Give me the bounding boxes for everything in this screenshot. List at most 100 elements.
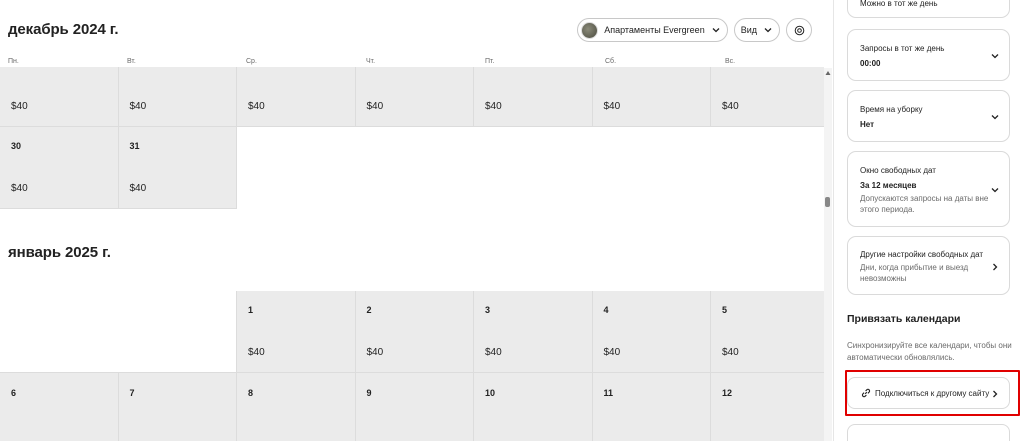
day-number: 3 — [485, 305, 491, 315]
day-price: $40 — [11, 101, 28, 112]
calendar-day-cell[interactable]: 8 — [237, 373, 356, 441]
weekday-mon: Пн. — [8, 58, 19, 65]
calendar-day-cell[interactable]: 7 — [118, 373, 237, 441]
day-number: 8 — [248, 388, 254, 398]
card-description: Допускаются запросы на даты вне этого пе… — [860, 194, 989, 214]
listing-name: Апартаменты Evergreen — [604, 25, 705, 35]
card-title: Другие настройки свободных дат — [860, 250, 984, 259]
weekday-sat: Сб. — [605, 58, 617, 65]
availability-window-card[interactable]: Окно свободных дат За 12 месяцев Допуска… — [847, 151, 1010, 227]
card-description: Дни, когда прибытие и выезд невозможны — [860, 263, 969, 283]
day-number: 7 — [129, 388, 135, 398]
day-price: $40 — [366, 101, 384, 112]
link-icon — [861, 388, 871, 398]
calendar-day-cell[interactable]: $40 — [0, 67, 119, 127]
calendar-day-cell[interactable]: $40 — [355, 67, 474, 127]
calendar-day-cell[interactable]: 2 $40 — [355, 291, 474, 373]
calendar-day-cell[interactable]: 5 $40 — [711, 291, 824, 373]
calendar-scrollbar[interactable] — [824, 68, 832, 441]
calendar-day-cell[interactable]: 11 — [592, 373, 711, 441]
day-price: $40 — [129, 183, 147, 194]
card-title: Время на уборку — [860, 105, 923, 114]
day-number: 10 — [485, 388, 496, 398]
same-day-booking-card[interactable]: Можно в тот же день — [847, 0, 1010, 18]
calendar-day-cell[interactable]: $40 — [118, 67, 237, 127]
availability-settings-panel: Можно в тот же день Запросы в тот же ден… — [833, 0, 1024, 441]
day-number: 6 — [11, 388, 17, 398]
card-title: Окно свободных дат — [860, 166, 936, 175]
day-price: $40 — [722, 101, 739, 112]
day-number: 30 — [11, 141, 22, 151]
calendar-day-cell[interactable]: 31 $40 — [118, 127, 237, 209]
chevron-right-icon — [993, 263, 998, 271]
chevron-down-icon — [991, 188, 999, 193]
day-number: 2 — [366, 305, 372, 315]
day-price: $40 — [129, 101, 147, 112]
calendar-day-cell[interactable]: $40 — [592, 67, 711, 127]
view-label: Вид — [740, 25, 757, 35]
calendar-day-cell[interactable]: 4 $40 — [592, 291, 711, 373]
empty-cell — [0, 291, 119, 373]
listing-selector[interactable]: Апартаменты Evergreen — [577, 18, 728, 42]
other-availability-settings-card[interactable]: Другие настройки свободных дат Дни, когд… — [847, 236, 1010, 295]
listing-avatar — [581, 21, 599, 39]
calendar-header-controls: Апартаменты Evergreen Вид — [577, 18, 812, 42]
day-number: 12 — [722, 388, 733, 398]
chevron-down-icon — [764, 28, 772, 33]
calendar-day-cell[interactable]: 12 — [711, 373, 824, 441]
day-price: $40 — [366, 347, 384, 358]
weekday-fri: Пт. — [485, 58, 495, 65]
day-price: $40 — [722, 347, 739, 358]
day-number: 9 — [366, 388, 372, 398]
empty-cell — [118, 291, 237, 373]
chevron-right-icon — [993, 390, 998, 398]
connect-other-site-button[interactable]: Подключиться к другому сайту — [847, 377, 1010, 409]
chevron-down-icon — [991, 115, 999, 120]
day-price: $40 — [248, 101, 265, 112]
view-selector[interactable]: Вид — [733, 18, 780, 42]
cleaning-time-card[interactable]: Время на уборку Нет — [847, 90, 1010, 142]
connect-label: Подключиться к другому сайту — [875, 388, 990, 398]
weekday-wed: Ср. — [246, 58, 257, 65]
month-title-december: декабрь 2024 г. — [8, 21, 119, 38]
day-number: 5 — [722, 305, 728, 315]
calendar-day-cell[interactable]: 3 $40 — [474, 291, 593, 373]
chevron-down-icon — [712, 28, 720, 33]
card-title: Запросы в тот же день — [860, 44, 945, 53]
calendar-day-cell[interactable]: 9 — [355, 373, 474, 441]
chevron-down-icon — [991, 54, 999, 59]
weekday-tue: Вт. — [127, 58, 136, 65]
day-price: $40 — [11, 183, 28, 194]
weekday-sun: Вс. — [725, 58, 736, 65]
day-price: $40 — [248, 347, 265, 358]
calendar-area: декабрь 2024 г. Апартаменты Evergreen Ви… — [0, 0, 824, 441]
day-price: $40 — [603, 347, 621, 358]
day-price: $40 — [485, 347, 502, 358]
card-value: Нет — [860, 120, 875, 129]
scroll-up-arrow-icon[interactable] — [825, 70, 831, 76]
day-number: 11 — [603, 388, 614, 398]
day-number: 4 — [603, 305, 609, 315]
calendar-day-cell[interactable]: $40 — [711, 67, 824, 127]
month-title-january: январь 2025 г. — [8, 244, 111, 261]
weekday-thu: Чт. — [366, 58, 376, 65]
sync-calendars-description: Синхронизируйте все календари, чтобы они… — [847, 341, 1012, 362]
card-value: За 12 месяцев — [860, 181, 917, 190]
card-value: 00:00 — [860, 59, 881, 68]
calendar-day-cell[interactable]: $40 — [474, 67, 593, 127]
sync-calendars-title: Привязать календари — [847, 313, 961, 325]
target-icon — [794, 25, 804, 35]
card-cut-text: Можно в тот же день — [860, 0, 938, 8]
settings-circle-button[interactable] — [786, 18, 812, 42]
next-settings-card[interactable] — [847, 424, 1010, 441]
day-number: 31 — [129, 141, 140, 151]
scroll-thumb[interactable] — [825, 197, 830, 207]
day-price: $40 — [603, 101, 621, 112]
calendar-day-cell[interactable]: 6 — [0, 373, 119, 441]
calendar-day-cell[interactable]: 10 — [474, 373, 593, 441]
calendar-day-cell[interactable]: $40 — [237, 67, 356, 127]
calendar-day-cell[interactable]: 1 $40 — [237, 291, 356, 373]
calendar-day-cell[interactable]: 30 $40 — [0, 127, 119, 209]
same-day-requests-card[interactable]: Запросы в тот же день 00:00 — [847, 29, 1010, 81]
day-price: $40 — [485, 101, 502, 112]
